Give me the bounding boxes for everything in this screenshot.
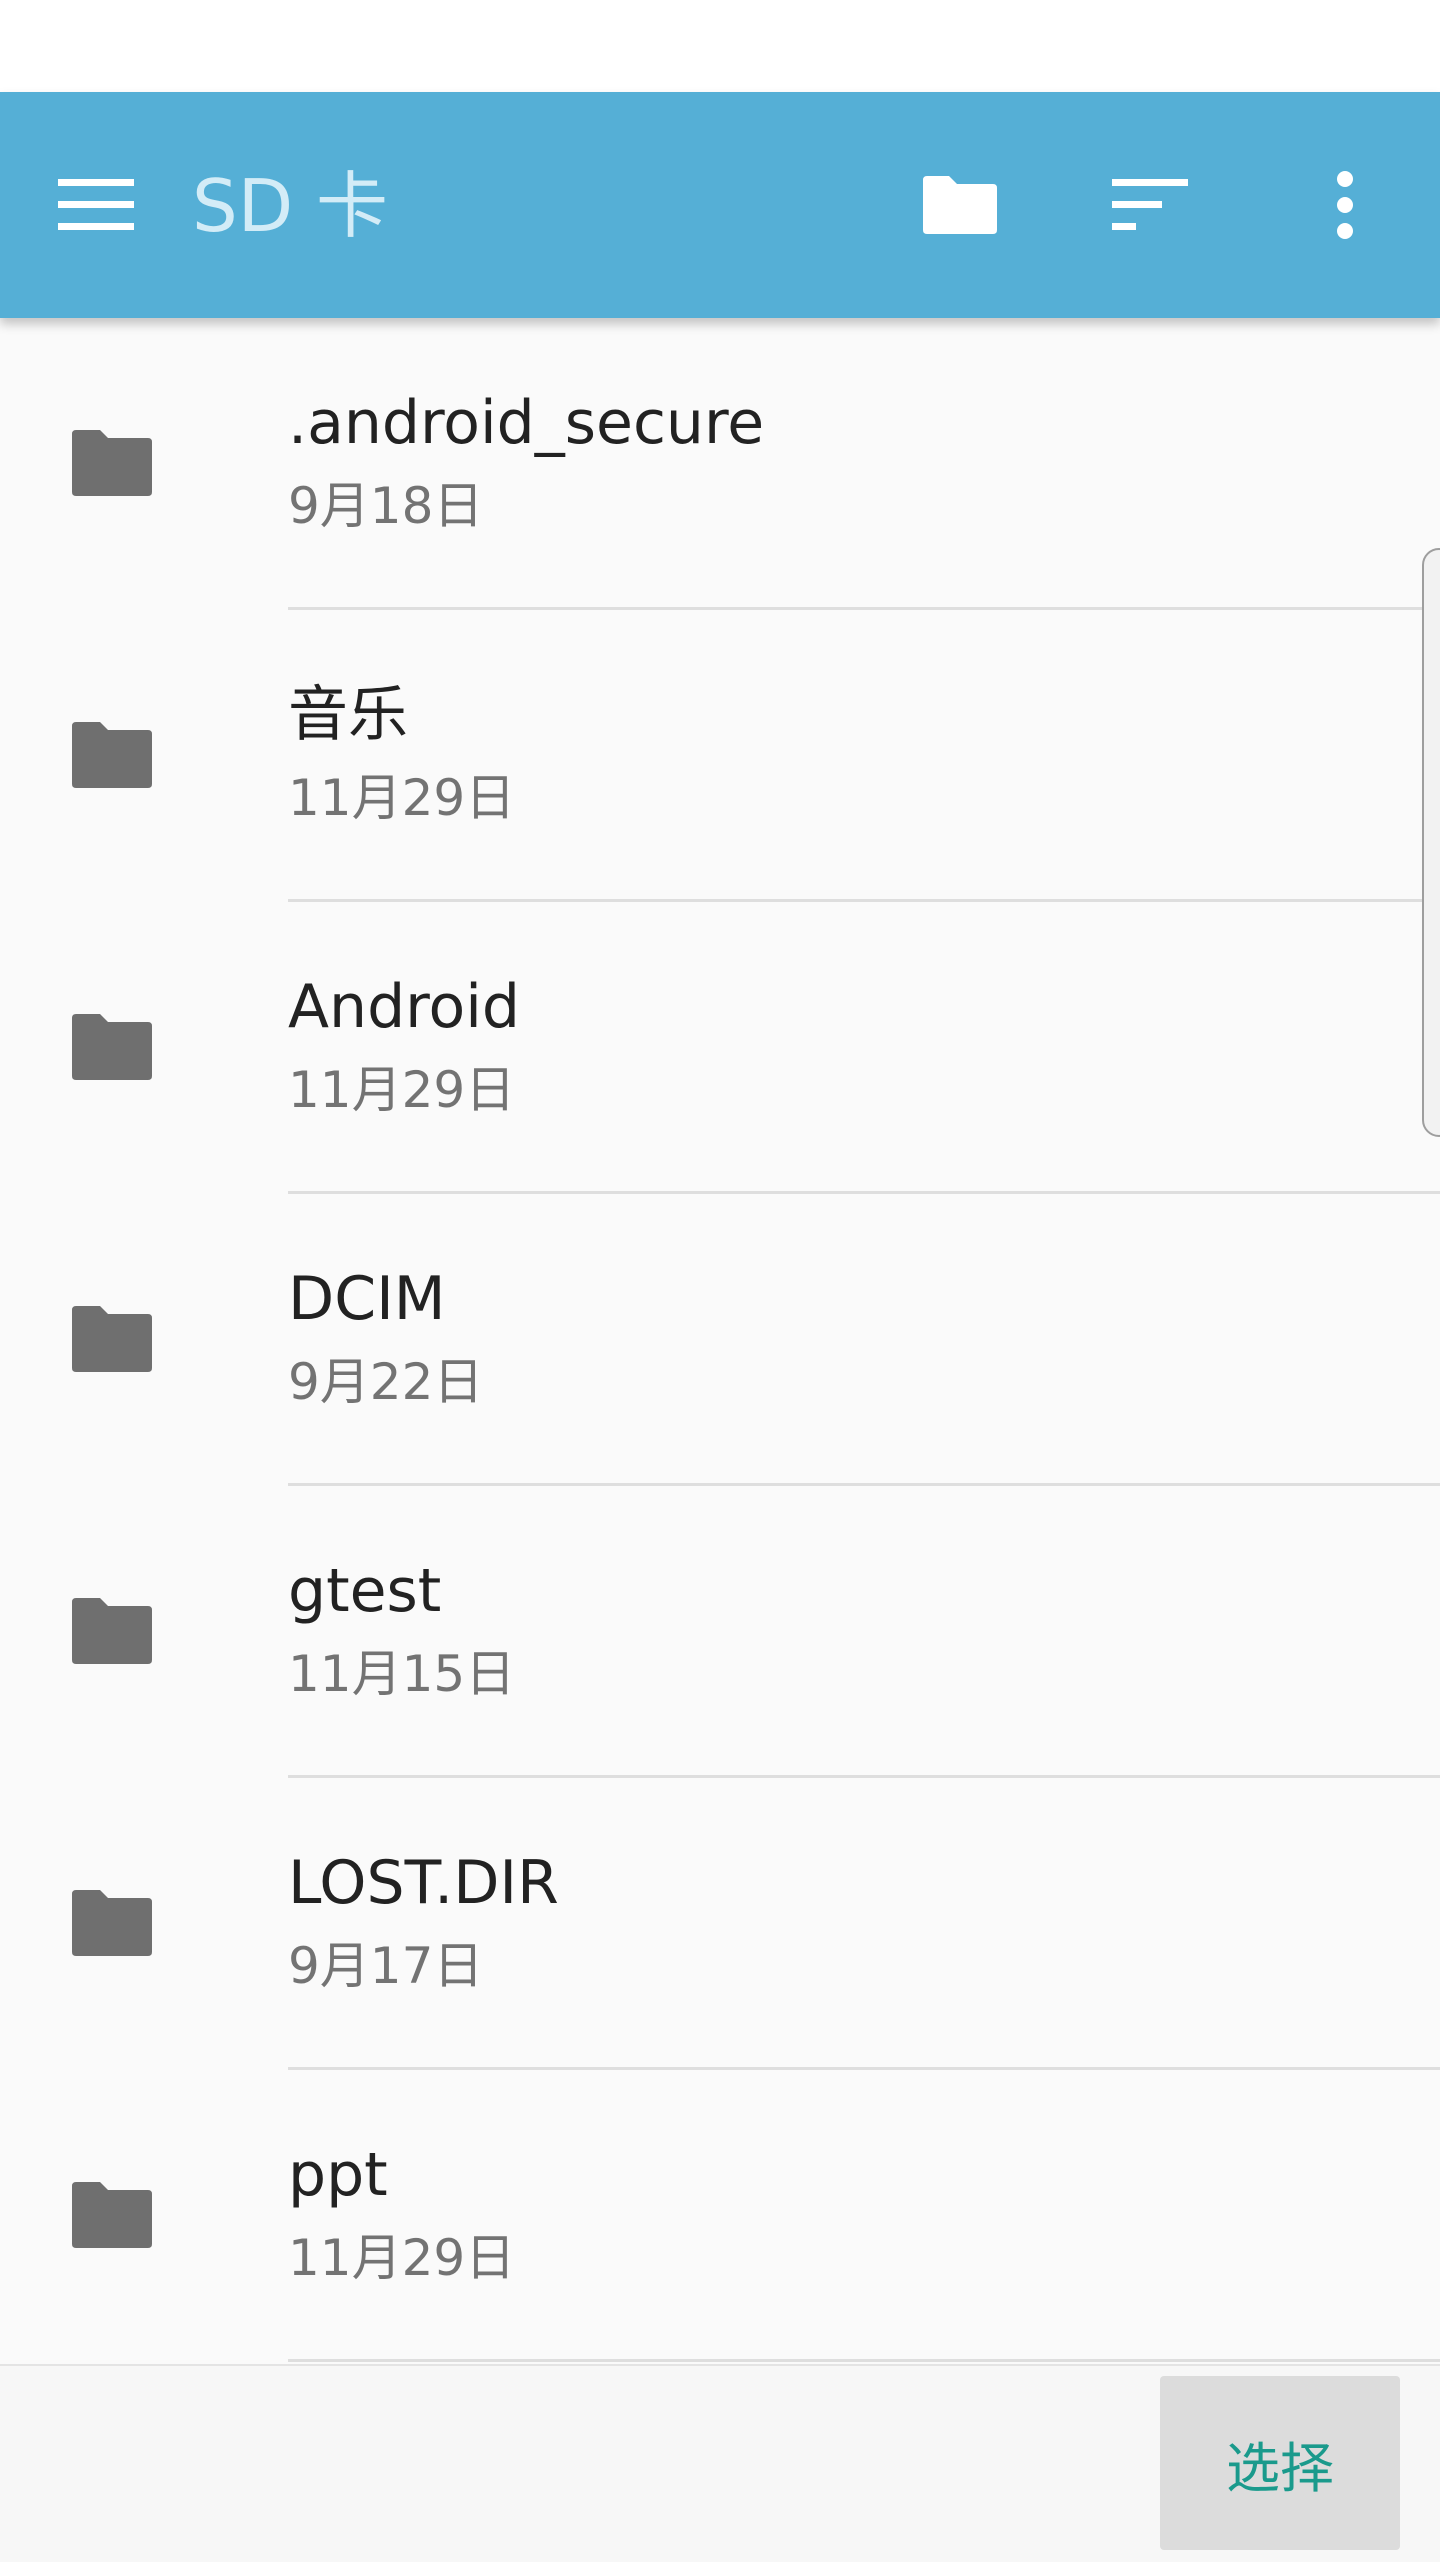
toolbar-title: SD 卡 [192, 164, 389, 248]
list-item[interactable]: DCIM 9月22日 [0, 1194, 1440, 1486]
folder-icon [72, 1598, 152, 1664]
folder-icon [72, 1014, 152, 1080]
more-vert-icon[interactable] [1285, 145, 1405, 265]
file-name: .android_secure [288, 388, 765, 458]
list-item[interactable]: LOST.DIR 9月17日 [0, 1778, 1440, 2070]
folder-icon [72, 430, 152, 496]
sort-icon[interactable] [1090, 145, 1210, 265]
file-name: DCIM [288, 1264, 446, 1334]
menu-icon[interactable] [36, 145, 156, 265]
folder-icon [72, 1890, 152, 1956]
list-item[interactable]: gtest 11月15日 [0, 1486, 1440, 1778]
folder-icon [72, 722, 152, 788]
file-name: gtest [288, 1556, 442, 1626]
file-date: 11月29日 [288, 2229, 516, 2287]
list-item[interactable]: ppt 11月29日 [0, 2070, 1440, 2362]
app-toolbar: SD 卡 [0, 92, 1440, 318]
file-date: 9月17日 [288, 1937, 484, 1995]
file-name: ppt [288, 2140, 388, 2210]
folder-icon [72, 2182, 152, 2248]
divider [288, 2359, 1440, 2362]
select-button[interactable]: 选择 [1160, 2376, 1400, 2550]
list-item[interactable]: 音乐 11月29日 [0, 610, 1440, 902]
list-item[interactable]: Android 11月29日 [0, 902, 1440, 1194]
file-date: 11月15日 [288, 1645, 516, 1703]
file-list: .android_secure 9月18日 音乐 11月29日 Android … [0, 318, 1440, 2362]
file-date: 9月18日 [288, 477, 484, 535]
file-date: 11月29日 [288, 1061, 516, 1119]
file-date: 11月29日 [288, 769, 516, 827]
status-bar [0, 0, 1440, 92]
file-name: Android [288, 972, 520, 1042]
file-name: 音乐 [288, 680, 408, 750]
folder-icon [72, 1306, 152, 1372]
fast-scroll-handle[interactable] [1422, 548, 1440, 1137]
list-item[interactable]: .android_secure 9月18日 [0, 318, 1440, 610]
file-name: LOST.DIR [288, 1848, 559, 1918]
new-folder-icon[interactable] [900, 145, 1020, 265]
file-date: 9月22日 [288, 1353, 484, 1411]
